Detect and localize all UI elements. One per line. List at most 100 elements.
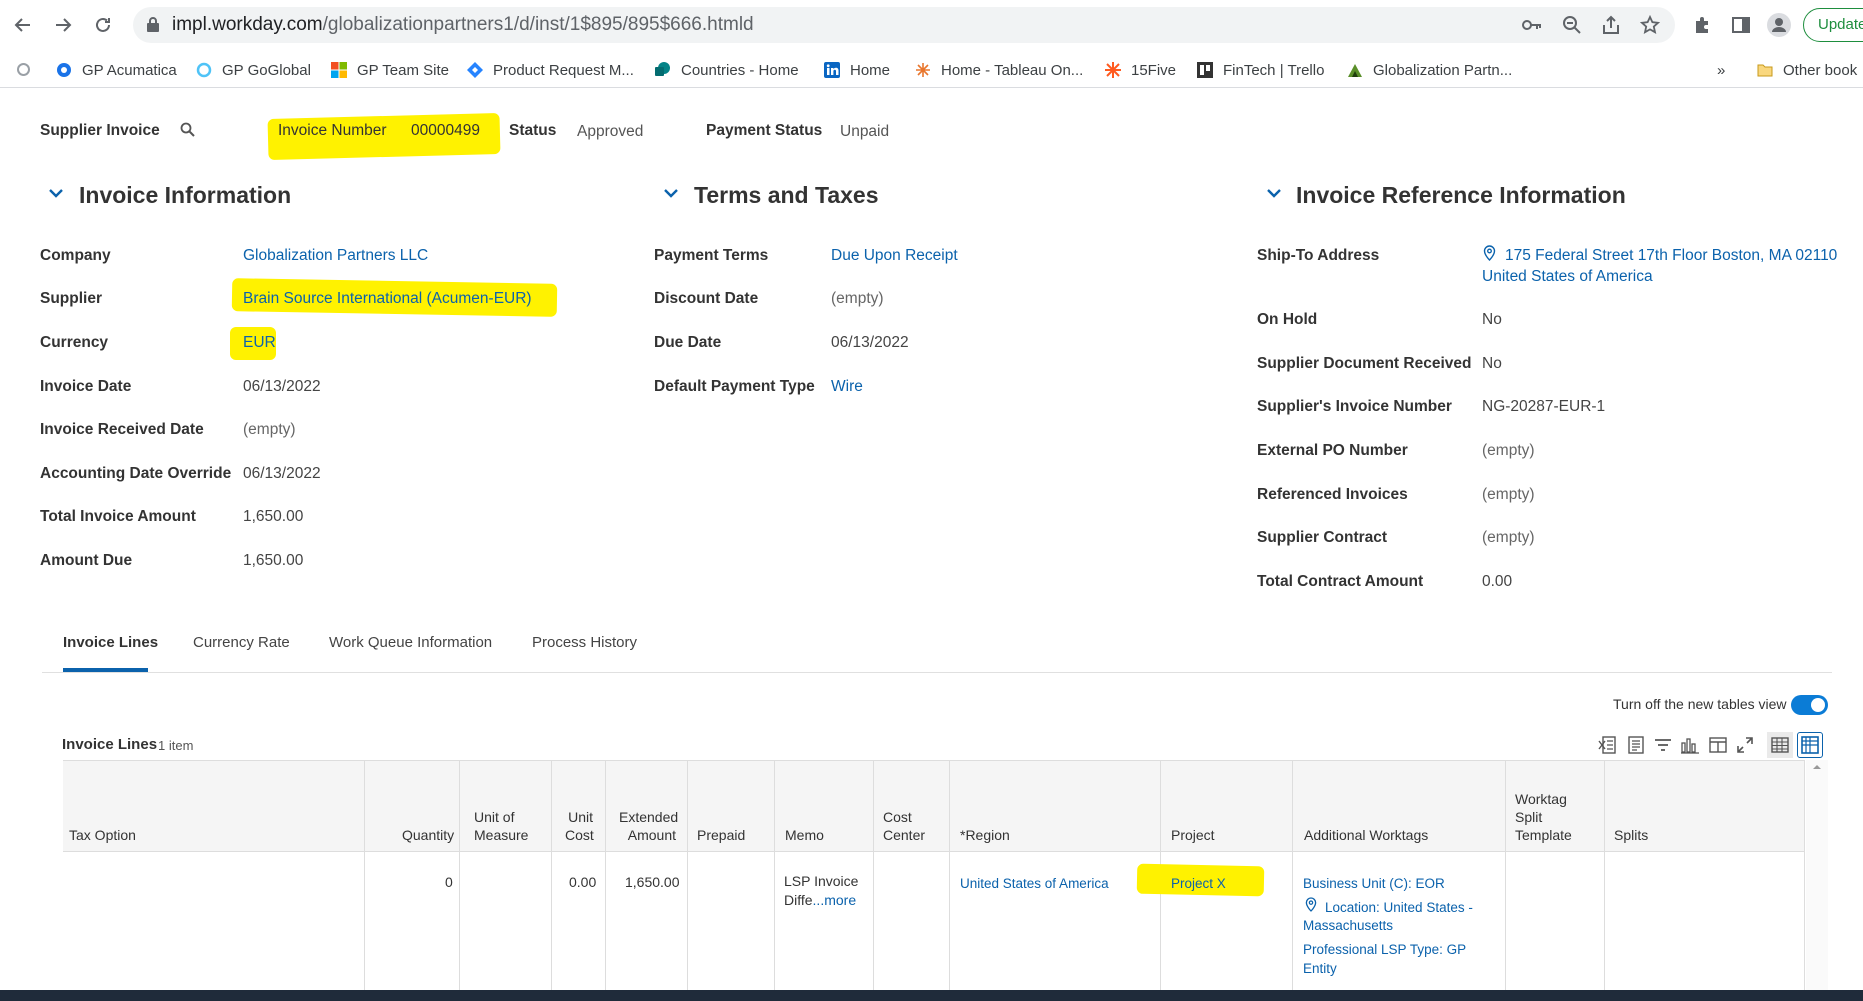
on-hold-value: No [1482, 311, 1502, 328]
new-tables-view-label: Turn off the new tables view [1613, 696, 1787, 712]
col-header-additional-worktags[interactable]: Additional Worktags [1304, 826, 1428, 844]
col-header-extended-amount[interactable]: Extended Amount [619, 808, 678, 844]
side-panel-icon[interactable] [1727, 11, 1755, 39]
col-header-region[interactable]: *Region [960, 826, 1010, 844]
bookmark-item[interactable]: Product Request M... [466, 59, 634, 81]
table-scrollbar[interactable] [1806, 760, 1828, 1001]
extensions-icon[interactable] [1688, 11, 1716, 39]
col-header-memo[interactable]: Memo [785, 826, 824, 844]
key-icon[interactable] [1518, 11, 1546, 39]
col-header-quantity[interactable]: Quantity [402, 826, 454, 844]
reload-icon[interactable] [88, 10, 118, 40]
tab-currency-rate[interactable]: Currency Rate [193, 634, 290, 651]
zoom-icon[interactable] [1558, 11, 1586, 39]
column-divider [605, 760, 606, 1001]
bookmark-item[interactable]: Globalization Partn... [1346, 59, 1512, 81]
column-divider [1804, 760, 1805, 1001]
bookmarks-bar: GP Acumatica GP GoGlobal GP Team Site Pr… [0, 50, 1863, 88]
chevron-down-icon[interactable] [47, 186, 65, 200]
new-tables-view-toggle[interactable] [1791, 695, 1828, 715]
tab-work-queue-information[interactable]: Work Queue Information [329, 634, 492, 651]
col-header-worktag-split-template[interactable]: Worktag Split Template [1515, 790, 1572, 844]
field-label-ship-to-address: Ship-To Address [1257, 247, 1380, 264]
location-pin-icon [1483, 245, 1496, 266]
col-header-line: Unit of [474, 809, 515, 825]
url-text[interactable]: impl.workday.com/globalizationpartners1/… [172, 14, 754, 36]
cell-extended-amount: 1,650.00 [625, 874, 680, 890]
tab-process-history[interactable]: Process History [532, 634, 637, 651]
bookmark-item[interactable]: 15Five [1104, 59, 1176, 81]
bookmark-item[interactable]: GP Team Site [330, 59, 449, 81]
chevron-down-icon[interactable] [662, 186, 680, 200]
acumatica-icon [55, 62, 72, 79]
field-label-on-hold: On Hold [1257, 311, 1318, 328]
region-link[interactable]: United States of America [960, 874, 1109, 893]
ship-to-address-link[interactable]: 175 Federal Street 17th Floor Boston, MA… [1505, 247, 1837, 265]
chart-view-icon[interactable] [1677, 732, 1703, 758]
company-link[interactable]: Globalization Partners LLC [243, 247, 428, 265]
col-header-project[interactable]: Project [1171, 826, 1215, 844]
fullscreen-icon[interactable] [1732, 732, 1758, 758]
bookmark-item[interactable]: GP GoGlobal [195, 59, 311, 81]
bookmark-item[interactable]: GP Acumatica [55, 59, 177, 81]
tableau-icon [914, 62, 931, 79]
star-icon[interactable] [1636, 11, 1664, 39]
bookmark-item[interactable]: FinTech | Trello [1196, 59, 1324, 81]
col-header-unit-of-measure[interactable]: Unit of Measure [474, 808, 528, 844]
grid-view-icon[interactable] [1797, 732, 1823, 758]
default-payment-type-link[interactable]: Wire [831, 378, 863, 396]
profile-avatar-icon[interactable] [1765, 11, 1793, 39]
export-excel-icon[interactable] [1595, 732, 1621, 758]
column-divider [1604, 760, 1605, 1001]
column-settings-icon[interactable] [1705, 732, 1731, 758]
field-label-amount-due: Amount Due [40, 552, 133, 569]
forward-icon[interactable] [48, 10, 78, 40]
payment-terms-link[interactable]: Due Upon Receipt [831, 247, 958, 265]
column-divider [949, 760, 950, 1001]
currency-link[interactable]: EUR [243, 334, 276, 352]
other-bookmarks-folder[interactable]: Other book [1756, 59, 1857, 81]
worktag-location-link[interactable]: Location: United States - [1325, 898, 1473, 917]
column-divider [1505, 760, 1506, 1001]
bookmark-item[interactable]: Countries - Home [654, 59, 799, 81]
column-divider [774, 760, 775, 1001]
field-label-referenced-invoices: Referenced Invoices [1257, 486, 1408, 503]
col-header-prepaid[interactable]: Prepaid [697, 826, 745, 844]
bookmark-item[interactable]: Home [823, 59, 890, 81]
bookmarks-overflow-button[interactable]: » [1717, 59, 1725, 81]
memo-more-link[interactable]: ...more [813, 892, 857, 908]
ship-to-country-link[interactable]: United States of America [1482, 268, 1653, 286]
project-link[interactable]: Project X [1171, 874, 1226, 893]
sharepoint-icon [654, 62, 671, 79]
worktag-professional-lsp-link[interactable]: Professional LSP Type: GP [1303, 940, 1466, 959]
export-pdf-icon[interactable] [1623, 732, 1649, 758]
bookmark-item[interactable]: Home - Tableau On... [914, 59, 1083, 81]
scroll-up-icon[interactable] [1806, 760, 1828, 774]
apps-ring-icon[interactable] [16, 62, 31, 82]
share-icon[interactable] [1597, 11, 1625, 39]
tab-invoice-lines[interactable]: Invoice Lines [63, 634, 158, 651]
table-header: Tax Option Quantity Unit of Measure Unit C… [63, 760, 1805, 852]
search-icon[interactable] [180, 122, 195, 142]
table-view-icon[interactable] [1767, 732, 1793, 758]
worktag-professional-lsp-link[interactable]: Entity [1303, 959, 1337, 978]
column-divider [687, 760, 688, 1001]
field-label-due-date: Due Date [654, 334, 722, 351]
payment-status-label: Payment Status [706, 122, 823, 139]
column-divider [459, 760, 460, 1001]
col-header-unit-cost[interactable]: Unit Cost [565, 808, 594, 844]
field-label-invoice-received-date: Invoice Received Date [40, 421, 204, 438]
update-button[interactable]: Update [1803, 8, 1863, 42]
back-icon[interactable] [8, 10, 38, 40]
col-header-tax-option[interactable]: Tax Option [69, 826, 136, 844]
bookmark-label: GP Team Site [357, 61, 449, 79]
supplier-link[interactable]: Brain Source International (Acumen-EUR) [243, 290, 532, 308]
filter-icon[interactable] [1650, 732, 1676, 758]
chevron-down-icon[interactable] [1265, 186, 1283, 200]
worktag-location-link[interactable]: Massachusetts [1303, 916, 1393, 935]
total-invoice-amount-value: 1,650.00 [243, 508, 304, 525]
diamond-icon [466, 62, 483, 79]
worktag-business-unit-link[interactable]: Business Unit (C): EOR [1303, 874, 1445, 893]
col-header-splits[interactable]: Splits [1614, 826, 1648, 844]
col-header-cost-center[interactable]: Cost Center [883, 808, 925, 844]
